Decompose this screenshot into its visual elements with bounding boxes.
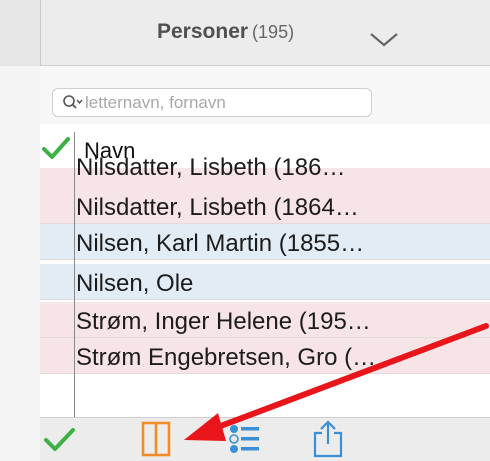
row-name: Nilsdatter, Lisbeth (186…	[76, 154, 346, 181]
checkmark-icon	[42, 137, 70, 159]
left-panel-header-edge	[0, 0, 40, 66]
chevron-down-icon[interactable]	[368, 31, 400, 47]
record-count: (195)	[252, 22, 295, 42]
search-area: letternavn, fornavn	[40, 66, 490, 124]
list-options-icon[interactable]	[227, 422, 263, 456]
table-row[interactable]: Nilsen, Karl Martin (1855…	[40, 224, 490, 260]
left-panel-edge	[0, 0, 40, 461]
checkmark-icon[interactable]	[40, 422, 80, 458]
table-row[interactable]: Strøm Engebretsen, Gro (…	[40, 338, 490, 374]
row-name: Nilsen, Ole	[76, 270, 194, 297]
panel-header: Personer (195)	[40, 0, 490, 66]
table-row[interactable]: Nilsdatter, Lisbeth (1864…	[40, 188, 490, 224]
split-view-icon[interactable]	[140, 420, 174, 458]
share-icon[interactable]	[310, 418, 346, 460]
row-name: Strøm Engebretsen, Gro (…	[76, 344, 377, 371]
search-placeholder: letternavn, fornavn	[85, 93, 226, 112]
search-icon[interactable]	[62, 94, 84, 112]
row-name: Strøm, Inger Helene (195…	[76, 308, 371, 335]
bottom-toolbar	[40, 417, 490, 461]
row-name: Nilsen, Karl Martin (1855…	[76, 230, 365, 257]
panel-title-text: Personer	[157, 20, 249, 43]
row-name: Nilsdatter, Lisbeth (1864…	[76, 194, 359, 221]
table-row[interactable]: Nilsen, Ole	[40, 264, 490, 300]
search-input[interactable]: letternavn, fornavn	[52, 88, 372, 117]
column-divider	[74, 132, 75, 417]
checkbox-column-header[interactable]	[40, 132, 74, 168]
table-row[interactable]: Strøm, Inger Helene (195…	[40, 302, 490, 338]
panel-title: Personer (195)	[157, 20, 294, 44]
